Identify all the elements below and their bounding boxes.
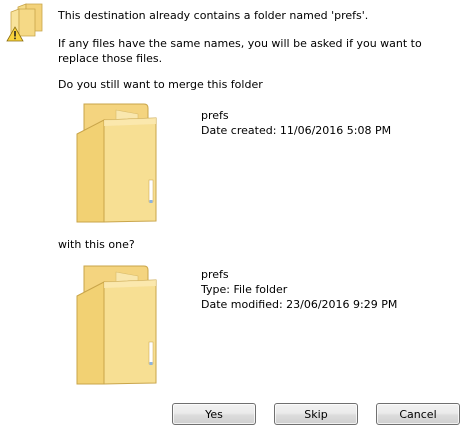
destination-folder-name: prefs bbox=[201, 268, 229, 281]
warning-folder-icon bbox=[6, 3, 43, 42]
cancel-button[interactable]: Cancel bbox=[376, 403, 460, 425]
destination-folder-info: prefs Type: File folder Date modified: 2… bbox=[201, 267, 397, 312]
merge-question-text: Do you still want to merge this folder bbox=[58, 78, 263, 91]
source-folder-name: prefs bbox=[201, 109, 229, 122]
replace-warning-text: If any files have the same names, you wi… bbox=[58, 37, 422, 65]
merge-folder-dialog: This destination already contains a fold… bbox=[0, 0, 467, 432]
source-date-created: Date created: 11/06/2016 5:08 PM bbox=[201, 124, 392, 137]
yes-button[interactable]: Yes bbox=[172, 403, 256, 425]
source-folder-info: prefs Date created: 11/06/2016 5:08 PM bbox=[201, 108, 391, 138]
destination-date-modified: Date modified: 23/06/2016 9:29 PM bbox=[201, 298, 398, 311]
dialog-heading: This destination already contains a fold… bbox=[58, 9, 369, 22]
destination-folder-icon bbox=[76, 265, 157, 385]
destination-folder-type: Type: File folder bbox=[201, 283, 288, 296]
skip-button[interactable]: Skip bbox=[274, 403, 358, 425]
with-this-one-text: with this one? bbox=[58, 238, 135, 251]
source-folder-icon bbox=[76, 103, 157, 223]
